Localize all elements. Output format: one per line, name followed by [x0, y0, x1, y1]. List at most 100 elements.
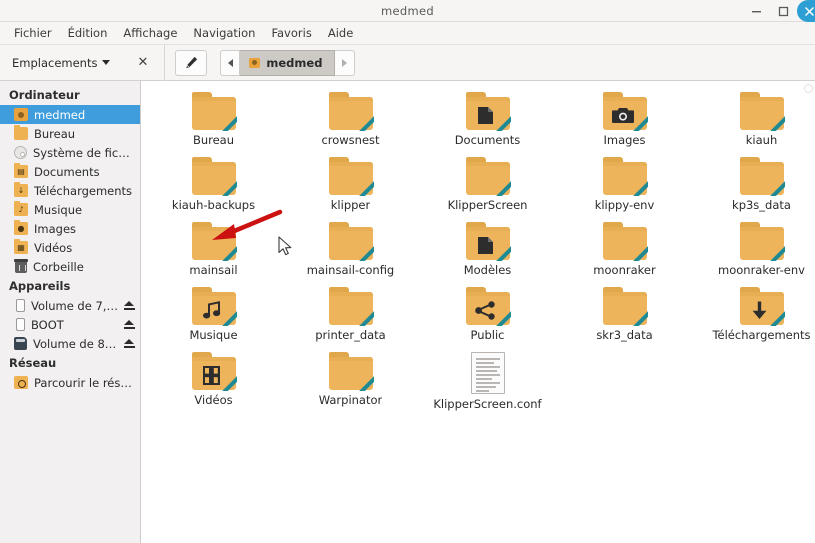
- maximize-icon[interactable]: [770, 0, 797, 22]
- sidebar-item-label: Corbeille: [33, 259, 84, 274]
- file-item-label: Musique: [189, 328, 238, 342]
- documents-glyph: ▤: [17, 166, 25, 176]
- folder-icon: [328, 92, 373, 130]
- document-folder-icon: [465, 222, 510, 260]
- sidebar-item-label: Système de fichiers: [33, 145, 135, 160]
- file-item-label: klippy-env: [594, 198, 655, 212]
- window-title: medmed: [381, 3, 434, 18]
- sidebar-item-label: Volume de 8,0 GB: [33, 336, 118, 351]
- sidebar-item-volume-7-4-gb[interactable]: Volume de 7,4 GB: [0, 296, 140, 315]
- folder-icon: [328, 157, 373, 195]
- music-emblem-icon: [201, 299, 223, 321]
- file-item-label: moonraker: [593, 263, 656, 277]
- file-item[interactable]: Images: [556, 89, 693, 154]
- file-item[interactable]: Warpinator: [282, 349, 419, 414]
- title-bar: medmed: [0, 0, 815, 22]
- sidebar-item-label: Vidéos: [34, 240, 73, 255]
- folder-icon: [328, 352, 373, 390]
- minimize-icon[interactable]: [743, 0, 770, 22]
- share-folder-icon: [465, 287, 510, 325]
- file-item[interactable]: Téléchargements: [693, 284, 815, 349]
- sidebar-item-boot[interactable]: BOOT: [0, 315, 140, 334]
- menu-fichier[interactable]: Fichier: [6, 23, 60, 43]
- close-icon[interactable]: [797, 0, 815, 22]
- file-item[interactable]: Public: [419, 284, 556, 349]
- file-item[interactable]: skr3_data: [556, 284, 693, 349]
- eject-icon[interactable]: [124, 319, 135, 330]
- file-item[interactable]: mainsail: [145, 219, 282, 284]
- sidebar-item-corbeille[interactable]: Corbeille: [0, 257, 140, 276]
- toolbar: Emplacements ✕ medmed: [0, 44, 815, 81]
- file-item[interactable]: crowsnest: [282, 89, 419, 154]
- folder-icon: [191, 92, 236, 130]
- download-emblem-icon: [749, 299, 771, 321]
- file-list-view[interactable]: Bureau crowsnest Documents Images kiauh kiauh…: [142, 81, 815, 543]
- eject-icon[interactable]: [124, 338, 135, 349]
- camera-emblem-icon: [611, 104, 634, 126]
- download-glyph: ↓: [17, 185, 25, 195]
- music-folder-icon: ♪: [14, 201, 28, 216]
- file-item[interactable]: KlipperScreen: [419, 154, 556, 219]
- folder-icon: [602, 287, 647, 325]
- icon-grid: Bureau crowsnest Documents Images kiauh kiauh…: [145, 81, 815, 414]
- sidebar-item-musique[interactable]: ♪ Musique: [0, 200, 140, 219]
- file-item-label: Images: [603, 133, 646, 147]
- eject-icon[interactable]: [124, 300, 135, 311]
- file-item[interactable]: Vidéos: [145, 349, 282, 414]
- sidebar-item-parcourir-le-reseau[interactable]: Parcourir le réseau: [0, 373, 140, 392]
- sidebar-item-label: Documents: [34, 164, 100, 179]
- menu-navigation[interactable]: Navigation: [185, 23, 263, 43]
- file-item[interactable]: KlipperScreen.conf: [419, 349, 556, 414]
- sidebar-item-label: Musique: [34, 202, 83, 217]
- sidebar-item-label: Téléchargements: [34, 183, 133, 198]
- places-dropdown[interactable]: Emplacements: [8, 53, 114, 73]
- sidebar-item-systeme-de-fichiers[interactable]: Système de fichiers: [0, 143, 140, 162]
- breadcrumb-back-button[interactable]: [220, 49, 241, 76]
- document-folder-icon: [465, 92, 510, 130]
- sidebar-item-bureau[interactable]: Bureau: [0, 124, 140, 143]
- sidebar-item-telechargements[interactable]: ↓ Téléchargements: [0, 181, 140, 200]
- file-item-label: klipper: [330, 198, 371, 212]
- file-item[interactable]: klipper: [282, 154, 419, 219]
- usb-drive-icon: [16, 318, 25, 331]
- sidebar-item-label: medmed: [34, 107, 86, 122]
- sidebar-item-images[interactable]: ● Images: [0, 219, 140, 238]
- file-item[interactable]: mainsail-config: [282, 219, 419, 284]
- video-emblem-icon: [201, 364, 223, 386]
- file-item[interactable]: moonraker-env: [693, 219, 815, 284]
- folder-icon: [191, 157, 236, 195]
- folder-icon: [739, 222, 784, 260]
- camera-folder-icon: [602, 92, 647, 130]
- menu-aide[interactable]: Aide: [320, 23, 361, 43]
- sidebar-item-volume-8-0-gb[interactable]: Volume de 8,0 GB: [0, 334, 140, 353]
- file-item[interactable]: kp3s_data: [693, 154, 815, 219]
- edit-path-button[interactable]: [175, 49, 208, 76]
- sidebar-item-medmed[interactable]: medmed: [0, 105, 140, 124]
- file-item[interactable]: Documents: [419, 89, 556, 154]
- file-item-label: mainsail-config: [306, 263, 395, 277]
- menu-edition[interactable]: Édition: [60, 23, 116, 43]
- file-item[interactable]: printer_data: [282, 284, 419, 349]
- document-emblem-icon: [475, 234, 497, 256]
- file-item[interactable]: klippy-env: [556, 154, 693, 219]
- file-item[interactable]: Modèles: [419, 219, 556, 284]
- file-item-label: Téléchargements: [712, 328, 811, 342]
- sidebar-item-label: Images: [34, 221, 77, 236]
- breadcrumb-forward-button[interactable]: [335, 49, 356, 76]
- chevron-down-icon: [102, 60, 111, 65]
- file-item[interactable]: kiauh-backups: [145, 154, 282, 219]
- file-item[interactable]: kiauh: [693, 89, 815, 154]
- file-item[interactable]: Bureau: [145, 89, 282, 154]
- sidebar-item-label: Bureau: [34, 126, 76, 141]
- close-places-pane-button[interactable]: ✕: [132, 54, 153, 71]
- chevron-left-icon: [227, 58, 233, 67]
- file-item[interactable]: moonraker: [556, 219, 693, 284]
- file-item-label: KlipperScreen.conf: [433, 397, 542, 411]
- file-item[interactable]: Musique: [145, 284, 282, 349]
- breadcrumb-item-medmed[interactable]: medmed: [240, 49, 336, 76]
- sidebar-item-documents[interactable]: ▤ Documents: [0, 162, 140, 181]
- menu-favoris[interactable]: Favoris: [263, 23, 319, 43]
- menu-affichage[interactable]: Affichage: [115, 23, 185, 43]
- folder-icon: [191, 222, 236, 260]
- sidebar-item-videos[interactable]: ▦ Vidéos: [0, 238, 140, 257]
